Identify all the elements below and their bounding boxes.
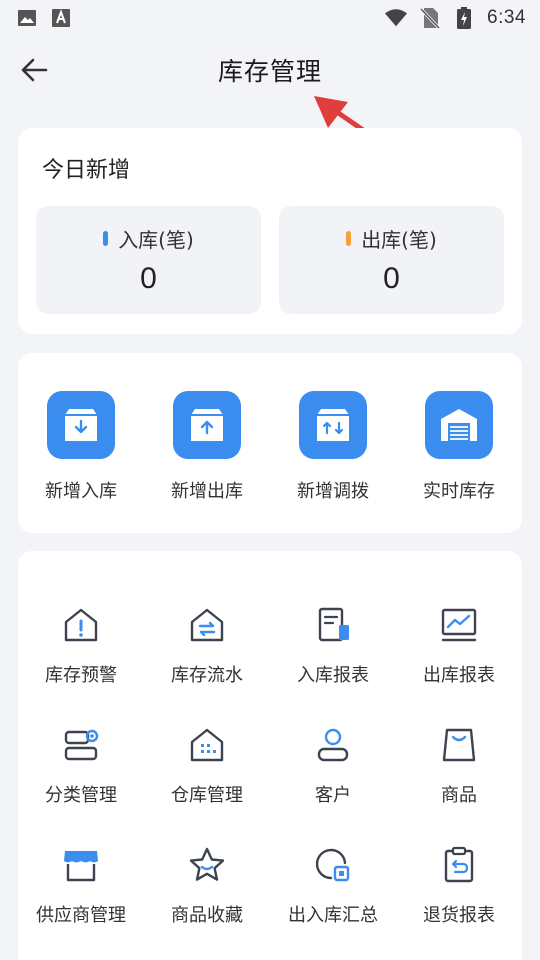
tool-inout-summary[interactable]: 出入库汇总 [270, 845, 396, 945]
action-realtime-stock[interactable]: 实时库存 [396, 391, 522, 511]
stat-outbound[interactable]: 出库(笔) 0 [279, 206, 504, 314]
warehouse-building-icon [190, 728, 224, 762]
tool-category-management[interactable]: 分类管理 [18, 725, 144, 825]
tool-supplier-management[interactable]: 供应商管理 [18, 845, 144, 945]
tool-product[interactable]: 商品 [396, 725, 522, 825]
outbound-label: 出库(笔) [361, 228, 437, 252]
tool-return-report[interactable]: 退货报表 [396, 845, 522, 945]
warning-house-icon [64, 608, 98, 642]
out-report-icon [441, 608, 477, 642]
tool-stock-flow[interactable]: 库存流水 [144, 605, 270, 705]
tool-stock-warning[interactable]: 库存预警 [18, 605, 144, 705]
image-icon [16, 7, 38, 29]
tool-outbound-report[interactable]: 出库报表 [396, 605, 522, 705]
tool-product-favorites[interactable]: 商品收藏 [144, 845, 270, 945]
flow-house-icon [190, 608, 224, 642]
back-button[interactable] [14, 52, 54, 88]
tool-label: 仓库管理 [171, 785, 243, 806]
box-transfer-icon [299, 391, 367, 459]
in-report-icon [318, 607, 349, 642]
inbound-dot [103, 231, 109, 246]
tool-customer[interactable]: 客户 [270, 725, 396, 825]
action-label: 新增出库 [171, 481, 243, 502]
status-time: 6:34 [487, 7, 526, 28]
action-label: 新增入库 [45, 481, 117, 502]
box-arrow-down-icon [47, 391, 115, 459]
tool-inbound-report[interactable]: 入库报表 [270, 605, 396, 705]
tool-label: 分类管理 [45, 785, 117, 806]
actions-card: 新增入库 新增出库 新增调拨 实时库存 [18, 353, 522, 533]
supplier-store-icon [64, 851, 98, 882]
outbound-dot [346, 231, 352, 246]
status-bar: 6:34 [0, 0, 540, 36]
tool-label: 商品 [441, 785, 477, 806]
inbound-label: 入库(笔) [118, 228, 194, 252]
no-sim-icon [419, 7, 441, 29]
tool-label: 客户 [315, 785, 351, 806]
inbound-value: 0 [140, 262, 157, 295]
customer-icon [317, 728, 349, 762]
action-new-outbound[interactable]: 新增出库 [144, 391, 270, 511]
shopping-bag-icon [442, 728, 476, 762]
warehouse-icon [425, 391, 493, 459]
tools-card: 库存预警 库存流水 入库报表 出库报表 分类管理 仓库管理 客户 商品 供应商管… [18, 551, 522, 960]
action-new-inbound[interactable]: 新增入库 [18, 391, 144, 511]
action-label: 实时库存 [423, 481, 495, 502]
star-icon [189, 847, 225, 881]
category-icon [64, 729, 99, 761]
summary-pie-icon [315, 848, 350, 882]
tool-label: 库存流水 [171, 665, 243, 686]
battery-charging-icon [453, 7, 475, 29]
tool-label: 出入库汇总 [288, 905, 378, 926]
tool-warehouse-management[interactable]: 仓库管理 [144, 725, 270, 825]
font-a-icon [50, 7, 72, 29]
return-report-icon [444, 846, 474, 883]
tool-label: 库存预警 [45, 665, 117, 686]
today-title: 今日新增 [42, 158, 131, 183]
arrow-left-icon [21, 58, 48, 82]
action-new-transfer[interactable]: 新增调拨 [270, 391, 396, 511]
tool-label: 供应商管理 [36, 905, 126, 926]
box-arrow-up-icon [173, 391, 241, 459]
tool-label: 退货报表 [423, 905, 495, 926]
tool-label: 商品收藏 [171, 905, 243, 926]
outbound-value: 0 [383, 262, 400, 295]
today-card: 今日新增 入库(笔) 0 出库(笔) 0 [18, 128, 522, 334]
header: 库存管理 [0, 40, 540, 100]
page-title: 库存管理 [217, 57, 322, 86]
tool-label: 入库报表 [297, 665, 369, 686]
action-label: 新增调拨 [297, 481, 369, 502]
tool-label: 出库报表 [423, 665, 495, 686]
stat-inbound[interactable]: 入库(笔) 0 [36, 206, 261, 314]
wifi-icon [385, 7, 408, 29]
